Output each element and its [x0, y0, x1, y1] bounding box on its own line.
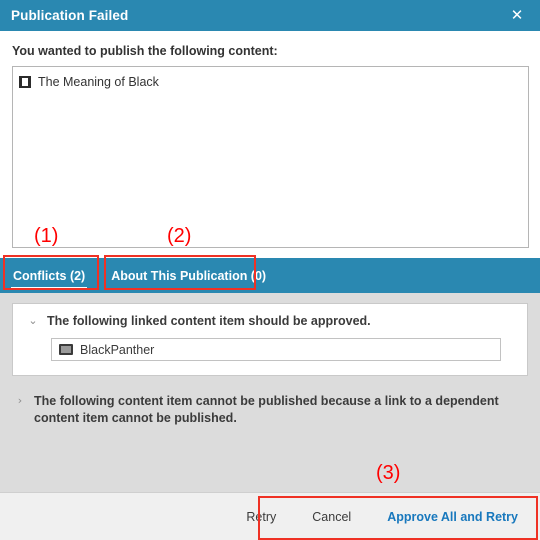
publication-failed-dialog: Publication Failed ✕ You wanted to publi…: [0, 0, 540, 540]
list-item-label: The Meaning of Black: [38, 75, 159, 89]
cancel-button[interactable]: Cancel: [298, 504, 365, 530]
publish-content-list[interactable]: The Meaning of Black: [12, 66, 529, 248]
conflicts-pane: ⌄ The following linked content item shou…: [0, 293, 540, 492]
publish-content-section: You wanted to publish the following cont…: [0, 31, 540, 248]
tab-about-this-publication[interactable]: About This Publication (0): [98, 258, 279, 293]
dialog-footer: Retry Cancel Approve All and Retry: [0, 492, 540, 540]
conflict-item-1-header[interactable]: ⌄ The following linked content item shou…: [13, 313, 527, 329]
dialog-titlebar: Publication Failed ✕: [0, 0, 540, 31]
conflict-item-2-title: The following content item cannot be pub…: [34, 394, 499, 425]
linked-content-item-label: BlackPanther: [80, 342, 155, 357]
tab-about-this-publication-label: About This Publication (0): [111, 268, 267, 283]
linked-content-item[interactable]: BlackPanther: [51, 338, 501, 361]
publish-prompt-label: You wanted to publish the following cont…: [12, 44, 278, 58]
dialog-tabbar: Conflicts (2) About This Publication (0): [0, 258, 540, 293]
tab-conflicts-label: Conflicts (2): [13, 268, 86, 283]
conflict-item-1: ⌄ The following linked content item shou…: [12, 303, 528, 376]
approve-all-and-retry-button[interactable]: Approve All and Retry: [373, 504, 526, 530]
media-icon: [59, 344, 73, 355]
conflict-item-1-title: The following linked content item should…: [47, 314, 371, 328]
page-icon: [19, 76, 31, 88]
chevron-down-icon[interactable]: ⌄: [27, 313, 39, 329]
tab-conflicts[interactable]: Conflicts (2): [0, 258, 98, 293]
conflict-item-2[interactable]: › The following content item cannot be p…: [0, 376, 540, 427]
list-item[interactable]: The Meaning of Black: [13, 71, 528, 93]
close-icon[interactable]: ✕: [504, 0, 530, 31]
chevron-right-icon[interactable]: ›: [14, 393, 26, 409]
retry-button[interactable]: Retry: [232, 504, 290, 530]
dialog-title: Publication Failed: [11, 8, 129, 23]
